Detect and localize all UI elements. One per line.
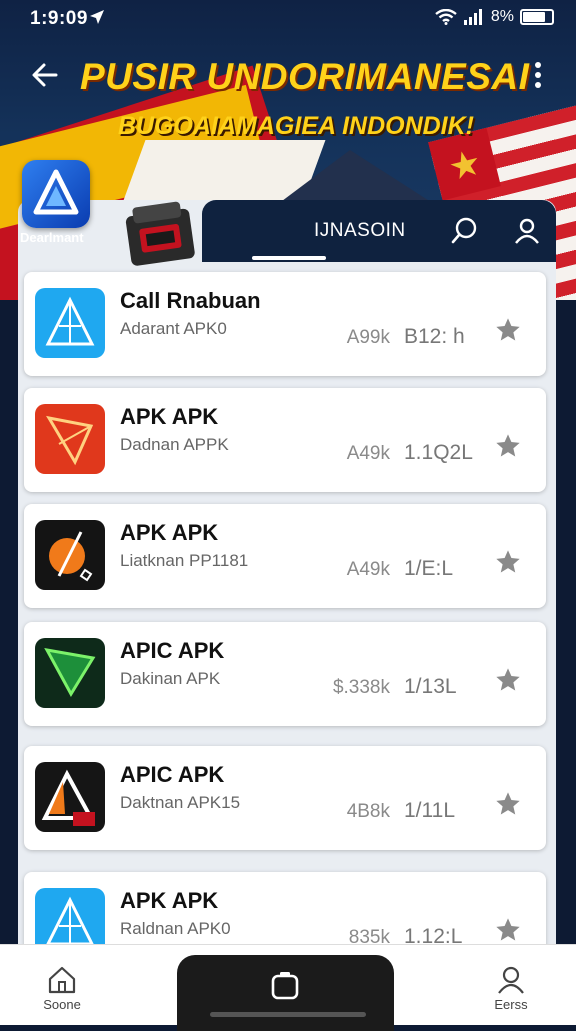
app-list-item[interactable]: APK APK Dadnan APPK A49k 1.1Q2L — [24, 388, 546, 492]
app-size: $.338k — [332, 677, 390, 698]
app-size: A49k — [346, 443, 390, 464]
battery-text: 8% — [490, 8, 514, 25]
favorite-star-icon[interactable] — [494, 666, 522, 694]
red-triangle-icon — [35, 404, 105, 474]
banner-subtitle: BUGOAIAMAGIEA INDONDIK! — [118, 112, 475, 140]
orange-leaf-icon — [35, 520, 105, 590]
page-title: PUSIR UNDORIMANESAI — [80, 56, 530, 97]
signal-icon — [463, 9, 482, 25]
app-name: APK APK — [120, 888, 219, 913]
blue-triangle-icon — [35, 288, 105, 358]
app-downloads: 1/11L — [404, 799, 455, 822]
app-name: APK APK — [120, 404, 219, 429]
app-name: Call Rnabuan — [120, 288, 261, 313]
app-list-item[interactable]: Call Rnabuan Adarant APK0 A99k B12: h — [24, 272, 546, 376]
favorite-star-icon[interactable] — [494, 790, 522, 818]
app-downloads: 1/E:L — [404, 557, 454, 580]
app-list-item[interactable]: APIC APK Daktnan APK15 4B8k 1/11L — [24, 746, 546, 850]
home-indicator — [210, 1012, 366, 1017]
favorite-star-icon[interactable] — [494, 548, 522, 576]
nav-center-button[interactable] — [177, 955, 394, 1031]
wifi-icon — [435, 9, 457, 25]
user-icon[interactable] — [512, 216, 542, 246]
device-illustration — [125, 201, 195, 266]
app-list-item[interactable]: APK APK Liatknan PP1181 A49k 1/E:L — [24, 504, 546, 608]
nav-home-label: Soone — [43, 997, 81, 1012]
app-bar: PUSIR UNDORIMANESAI — [0, 44, 576, 108]
app-subtitle: Dadnan APPK — [120, 435, 229, 454]
profile-icon — [498, 966, 524, 994]
back-arrow-icon[interactable] — [30, 60, 60, 90]
favorite-star-icon[interactable] — [494, 432, 522, 460]
panel-header: IJNASOIN — [202, 200, 556, 262]
status-bar: 1:9:09 8% — [0, 0, 576, 38]
app-downloads: 1.1Q2L — [404, 441, 473, 464]
battery-icon — [520, 9, 554, 25]
app-subtitle: Raldnan APK0 — [120, 919, 231, 938]
app-subtitle: Daktnan APK15 — [120, 793, 241, 812]
nav-home[interactable]: Soone — [27, 965, 97, 1012]
camera-icon — [271, 972, 299, 1000]
brand-logo-icon — [22, 160, 90, 228]
status-right: 8% — [435, 8, 554, 26]
app-list-item[interactable]: APIC APK Dakinan APK $.338k 1/13L — [24, 622, 546, 726]
home-icon — [48, 966, 76, 994]
tab-indicator — [252, 256, 326, 260]
app-name: APK APK — [120, 520, 219, 545]
app-subtitle: Adarant APK0 — [120, 319, 227, 338]
location-arrow-icon — [90, 10, 104, 24]
app-subtitle: Dakinan APK — [120, 669, 221, 688]
app-subtitle: Liatknan PP1181 — [120, 551, 249, 570]
battery-level — [523, 12, 545, 22]
favorite-star-icon[interactable] — [494, 916, 522, 944]
green-triangle-icon — [35, 638, 105, 708]
status-time: 1:9:09 — [30, 8, 88, 29]
tab-ijnasoin[interactable]: IJNASOIN — [314, 220, 406, 242]
app-size: A49k — [346, 559, 390, 580]
app-size: A99k — [346, 327, 390, 348]
brand-label: Dearlmant — [20, 230, 84, 245]
app-name: APIC APK — [120, 638, 225, 663]
nav-profile[interactable]: Eerss — [476, 965, 546, 1012]
app-downloads: 1/13L — [404, 675, 457, 698]
search-icon[interactable] — [450, 216, 480, 246]
more-vert-icon[interactable] — [530, 60, 546, 90]
favorite-star-icon[interactable] — [494, 316, 522, 344]
nav-profile-label: Eerss — [494, 997, 528, 1012]
app-downloads: B12: h — [404, 325, 465, 348]
app-name: APIC APK — [120, 762, 225, 787]
app-size: 4B8k — [346, 801, 390, 822]
orange-triangle-icon — [35, 762, 105, 832]
